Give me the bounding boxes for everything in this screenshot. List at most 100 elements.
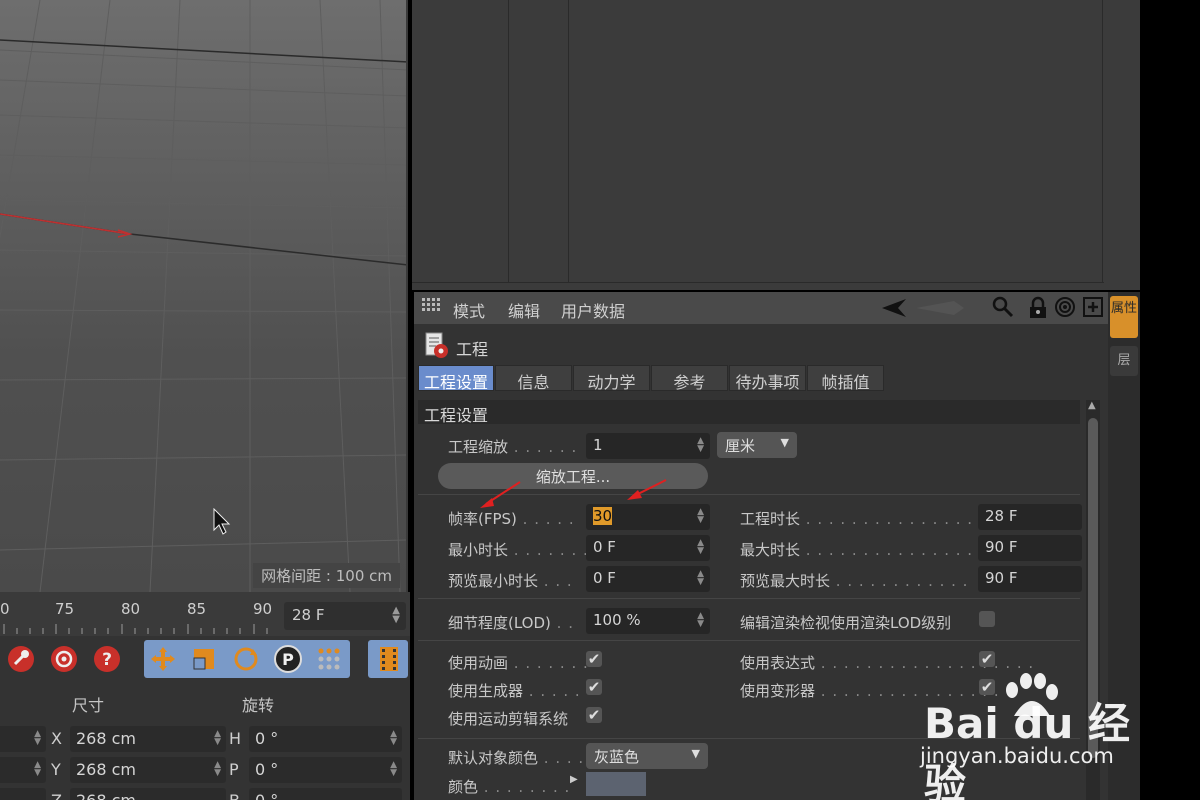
unit-dropdown[interactable]: 厘米 ▼	[717, 432, 797, 458]
question-icon: ?	[94, 646, 120, 672]
expand-arrow-icon[interactable]: ▶	[570, 774, 578, 785]
divider	[418, 640, 1080, 641]
max-time-label: 最大时长 . . . . . . . . . . . . . . .	[740, 541, 974, 559]
point-level-key-button[interactable]	[312, 642, 346, 676]
parameter-key-button[interactable]: P	[271, 642, 305, 676]
new-panel-icon[interactable]	[1082, 296, 1104, 322]
rotation-p-field[interactable]: 0 ° ▲ ▼	[249, 757, 402, 783]
position-y-field[interactable]: ▲ ▼	[0, 757, 46, 783]
svg-text:P: P	[282, 650, 294, 669]
project-duration-field[interactable]: 28 F	[978, 504, 1082, 530]
spinner-icon[interactable]: ▲ ▼	[697, 612, 704, 629]
lod-field[interactable]: 100 % ▲ ▼	[586, 608, 710, 634]
object-manager[interactable]	[412, 0, 1140, 290]
position-key-button[interactable]	[146, 642, 180, 676]
color-label: 颜色 . . . . . . . .	[448, 778, 571, 796]
preview-min-value: 0 F	[593, 569, 616, 587]
tab-dynamics[interactable]: 动力学	[573, 365, 650, 392]
annotation-arrows	[480, 479, 667, 508]
render-lod-checkbox[interactable]	[979, 611, 995, 627]
tab-info[interactable]: 信息	[495, 365, 572, 392]
scroll-up-icon[interactable]: ▲	[1088, 400, 1096, 411]
spinner-icon[interactable]: ▲ ▼	[697, 437, 704, 454]
use-expression-checkbox[interactable]: ✔	[979, 651, 995, 667]
rotation-h-field[interactable]: 0 ° ▲ ▼	[249, 726, 402, 752]
target-icon[interactable]	[1054, 296, 1076, 322]
rotation-b-value: 0 °	[255, 791, 278, 800]
spinner-icon[interactable]: ▲ ▼	[214, 730, 221, 747]
spinner-icon[interactable]: ▲ ▼	[214, 761, 221, 778]
size-x-field[interactable]: 268 cm ▲ ▼	[70, 726, 226, 752]
spinner-icon[interactable]: ▲ ▼	[697, 508, 704, 525]
animation-toolbar: ? P	[0, 636, 410, 686]
chevron-down-icon: ▼	[780, 436, 789, 449]
preview-min-label: 预览最小时长 . . .	[448, 572, 573, 590]
watermark-url: jingyan.baidu.com	[920, 744, 1114, 768]
project-duration-value: 28 F	[985, 507, 1018, 525]
forward-arrow-icon[interactable]	[914, 297, 974, 323]
menu-edit[interactable]: 编辑	[508, 298, 540, 322]
render-settings-button[interactable]	[372, 642, 406, 676]
tab-todo[interactable]: 待办事项	[729, 365, 806, 392]
spinner-icon[interactable]: ▲ ▼	[392, 606, 400, 625]
size-x-value: 268 cm	[76, 729, 137, 748]
tab-attributes[interactable]: 属性	[1110, 296, 1138, 338]
rotation-key-button[interactable]	[229, 642, 263, 676]
search-icon[interactable]	[992, 296, 1014, 322]
spinner-icon[interactable]: ▲ ▼	[697, 539, 704, 556]
position-z-field[interactable]	[0, 788, 46, 800]
position-x-field[interactable]: ▲ ▼	[0, 726, 46, 752]
3d-viewport[interactable]: 网格间距 : 100 cm	[0, 0, 408, 592]
use-generator-label: 使用生成器 . . . . .	[448, 682, 581, 700]
spinner-icon[interactable]: ▲ ▼	[390, 761, 397, 778]
column-divider	[508, 0, 509, 282]
size-z-field[interactable]: 268 cm	[70, 788, 226, 800]
min-time-field[interactable]: 0 F ▲ ▼	[586, 535, 710, 561]
current-frame-field[interactable]: 28 F ▲ ▼	[284, 602, 406, 630]
color-swatch[interactable]	[586, 772, 646, 796]
tab-reference[interactable]: 参考	[651, 365, 728, 392]
menu-user-data[interactable]: 用户数据	[561, 298, 625, 322]
rotation-b-field[interactable]: 0 °	[249, 788, 402, 800]
axis-label: H	[229, 729, 242, 748]
menu-mode[interactable]: 模式	[453, 298, 485, 322]
tab-project-settings[interactable]: 工程设置	[418, 365, 494, 392]
grip-icon[interactable]	[422, 298, 442, 320]
tick-label: 0	[0, 600, 10, 618]
back-arrow-icon[interactable]	[880, 297, 908, 323]
svg-text:?: ?	[102, 650, 112, 670]
grid-spacing-label: 网格间距 : 100 cm	[253, 563, 400, 588]
use-animation-checkbox[interactable]: ✔	[586, 651, 602, 667]
spinner-icon[interactable]: ▲ ▼	[34, 730, 41, 747]
axis-label: B	[229, 791, 240, 800]
use-generator-checkbox[interactable]: ✔	[586, 679, 602, 695]
max-time-field[interactable]: 90 F	[978, 535, 1082, 561]
project-scale-field[interactable]: 1 ▲ ▼	[586, 433, 710, 459]
record-key-button[interactable]	[4, 642, 38, 676]
preview-max-field[interactable]: 90 F	[978, 566, 1082, 592]
use-motion-system-checkbox[interactable]: ✔	[586, 707, 602, 723]
tab-layers[interactable]: 层	[1110, 346, 1138, 376]
section-header: 工程设置	[418, 400, 1080, 425]
project-scale-value: 1	[593, 436, 603, 454]
rotation-header: 旋转	[242, 696, 275, 715]
preview-max-value: 90 F	[985, 569, 1018, 587]
lock-icon[interactable]	[1028, 296, 1048, 324]
auto-key-button[interactable]	[47, 642, 81, 676]
spinner-icon[interactable]: ▲ ▼	[697, 570, 704, 587]
preview-min-field[interactable]: 0 F ▲ ▼	[586, 566, 710, 592]
tab-frame-interpolation[interactable]: 帧插值	[807, 365, 884, 392]
default-color-dropdown[interactable]: 灰蓝色 ▼	[586, 743, 708, 769]
axis-label: Y	[51, 760, 61, 779]
axis-label: X	[51, 729, 62, 748]
project-gear-icon	[424, 332, 450, 364]
baidu-watermark: Bai du 经验 jingyan.baidu.com	[920, 672, 1140, 800]
size-z-value: 268 cm	[76, 791, 136, 800]
column-divider	[1102, 0, 1103, 282]
keyframe-help-button[interactable]: ?	[90, 642, 124, 676]
size-y-field[interactable]: 268 cm ▲ ▼	[70, 757, 226, 783]
spinner-icon[interactable]: ▲ ▼	[390, 730, 397, 747]
scale-key-button[interactable]	[187, 642, 221, 676]
use-motion-system-label: 使用运动剪辑系统	[448, 710, 569, 728]
spinner-icon[interactable]: ▲ ▼	[34, 761, 41, 778]
